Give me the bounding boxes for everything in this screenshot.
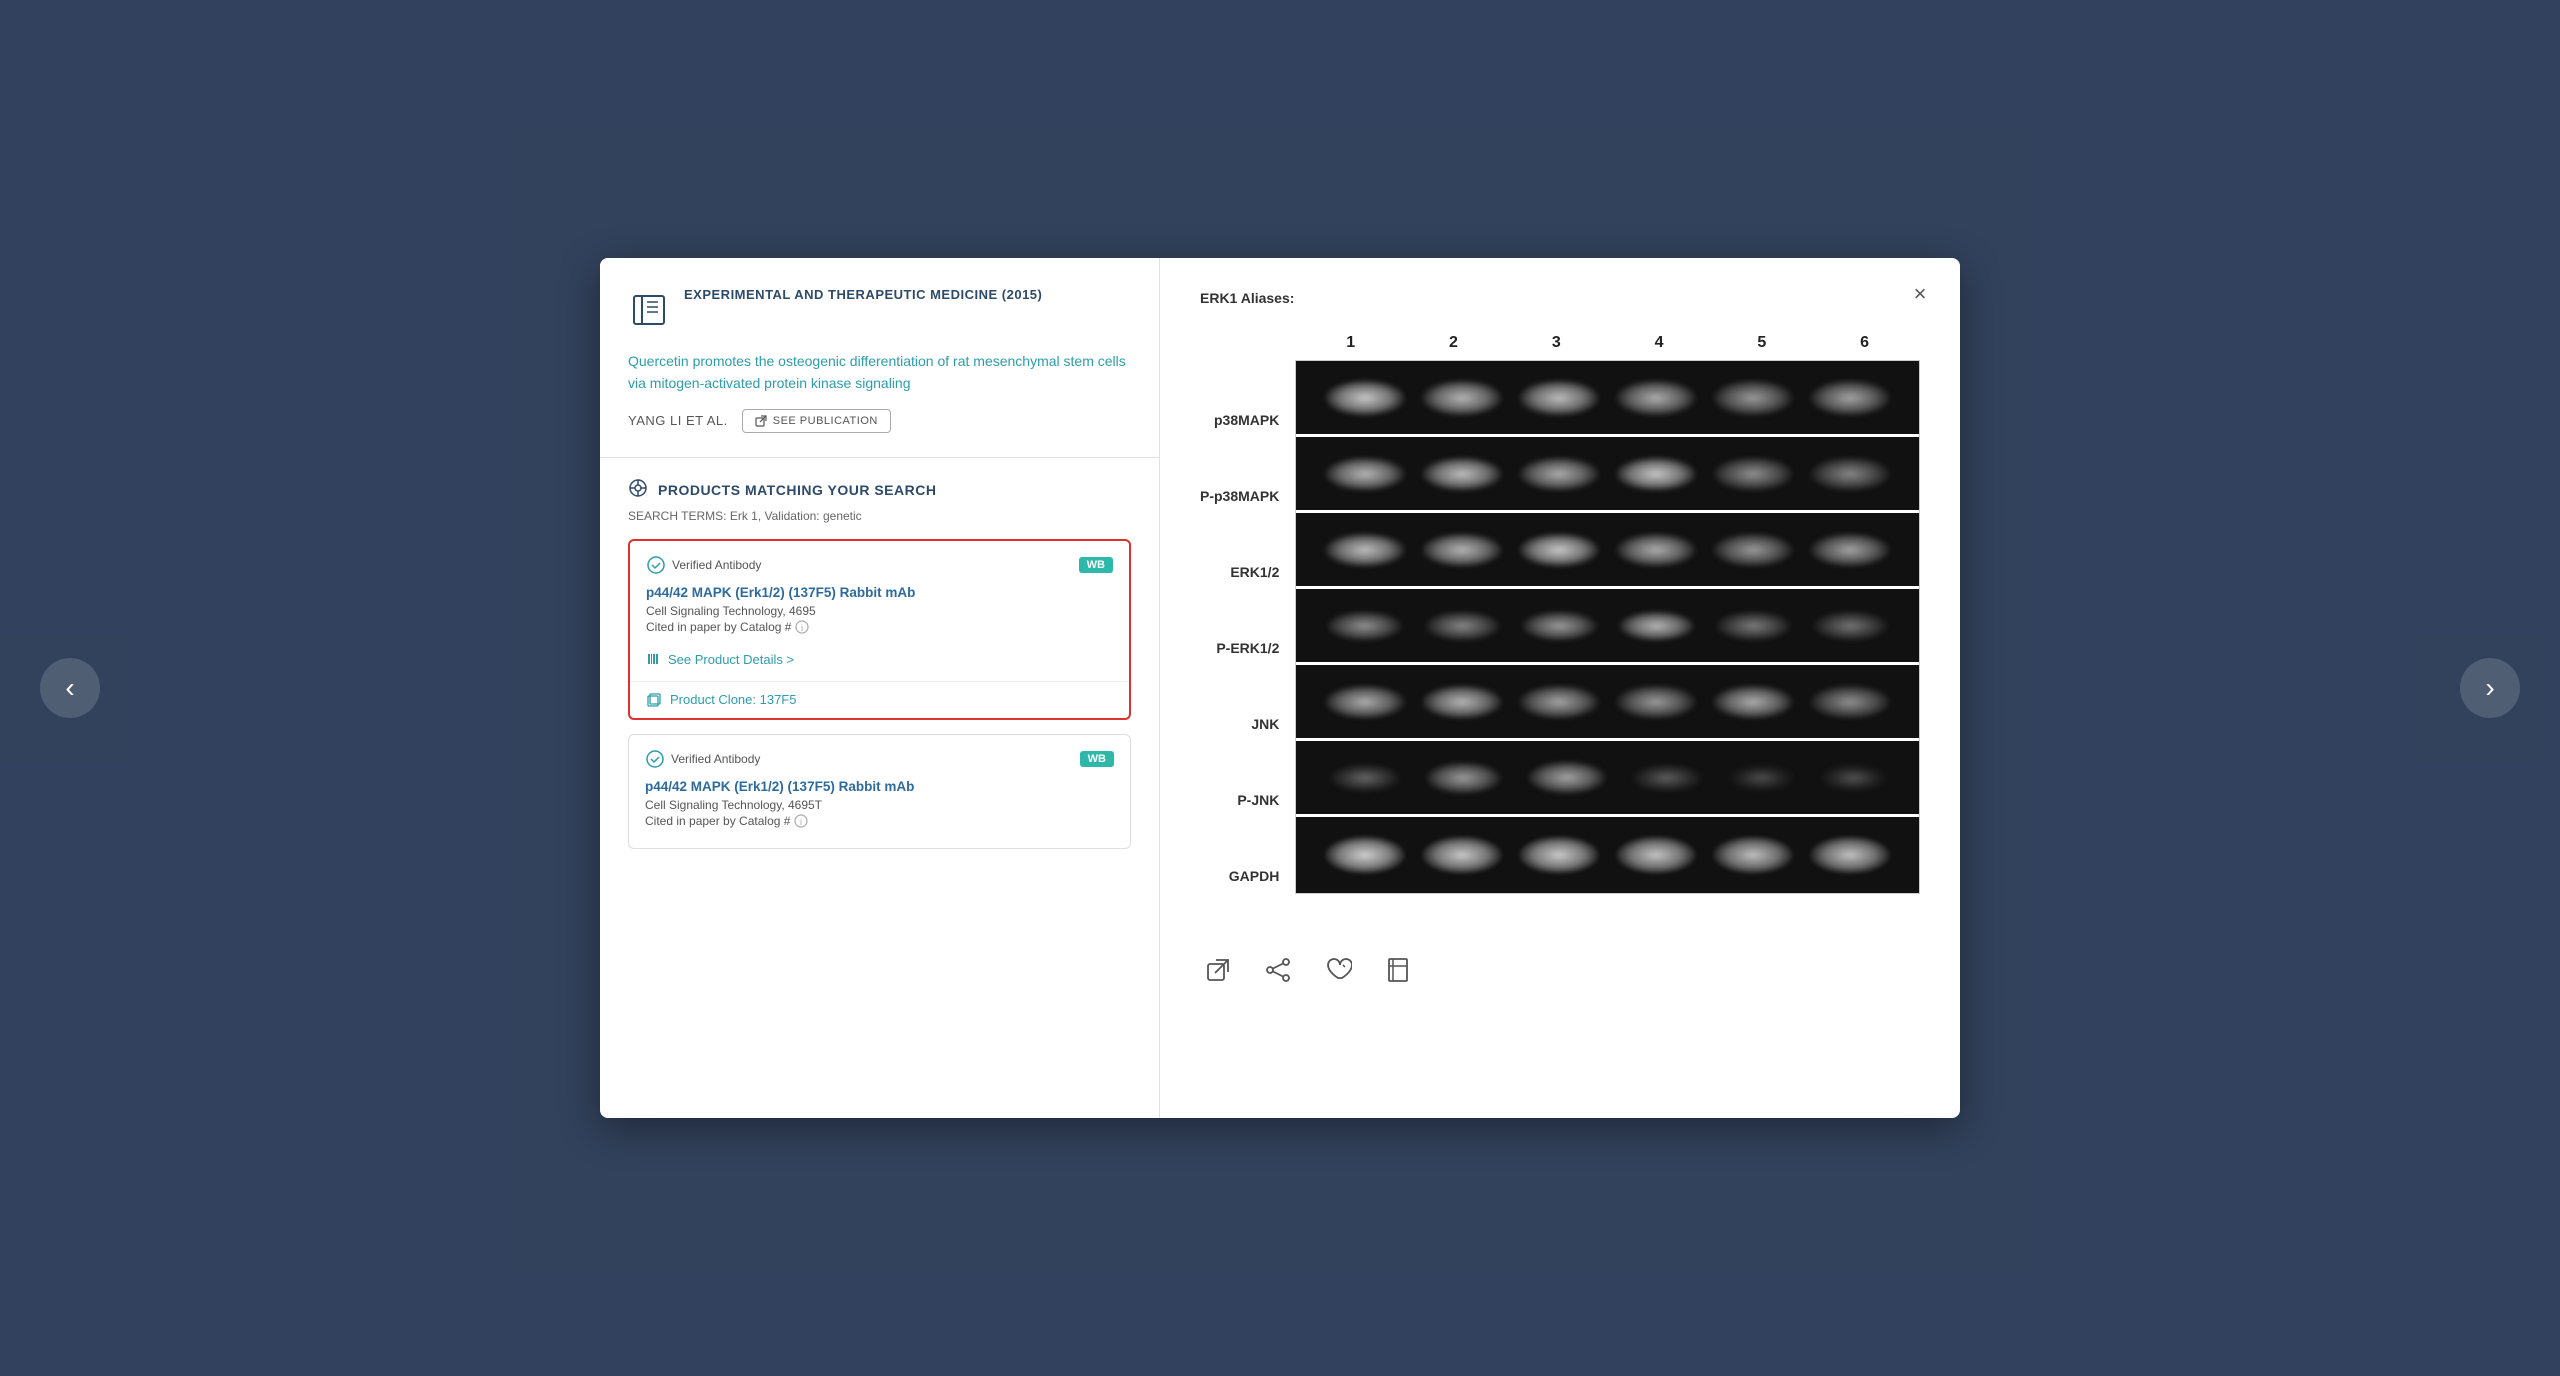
verified-icon-1 [646, 555, 666, 575]
verified-icon-2 [645, 749, 665, 769]
verified-label-2: Verified Antibody [671, 752, 760, 766]
share-action[interactable] [1260, 952, 1296, 988]
main-modal: EXPERIMENTAL AND THERAPEUTIC MEDICINE (2… [600, 258, 1960, 1118]
blot-label-perk12: P-ERK1/2 [1200, 610, 1279, 686]
bookmark-action[interactable] [1380, 952, 1416, 988]
col-header-3: 3 [1521, 334, 1591, 352]
favorite-action[interactable] [1320, 952, 1356, 988]
col-header-5: 5 [1727, 334, 1797, 352]
blot-row-6 [1296, 741, 1919, 817]
info-icon-2: i [794, 814, 808, 828]
col-header-6: 6 [1830, 334, 1900, 352]
pub-authors: YANG LI Et Al. [628, 413, 728, 428]
external-link-icon [1204, 956, 1232, 984]
blot-row-1 [1296, 361, 1919, 437]
next-arrow[interactable]: › [2460, 658, 2520, 718]
blot-row-7 [1296, 817, 1919, 893]
blot-label-pp38mapk: P-p38MAPK [1200, 458, 1279, 534]
search-terms-value: Erk 1, Validation: genetic [730, 509, 862, 523]
prev-arrow[interactable]: ‹ [40, 658, 100, 718]
verified-badge-2: Verified Antibody [645, 749, 760, 769]
wb-badge-1: WB [1079, 557, 1113, 573]
products-heading: PRODUCTS MATCHING YOUR SEARCH [658, 482, 936, 498]
verified-badge-1: Verified Antibody [646, 555, 761, 575]
blot-label-jnk: JNK [1200, 686, 1279, 762]
svg-text:i: i [801, 623, 803, 633]
wb-badge-2: WB [1080, 751, 1114, 767]
see-publication-button[interactable]: SEE PUBLICATION [742, 409, 891, 433]
right-panel: × ERK1 Aliases: p38MAPK P-p38MAPK ERK1/2… [1160, 258, 1960, 1118]
product-cite-1: Cited in paper by Catalog # i [646, 620, 1113, 634]
search-terms: SEARCH TERMS: Erk 1, Validation: genetic [628, 509, 1131, 523]
close-button[interactable]: × [1904, 278, 1936, 310]
blot-row-2 [1296, 437, 1919, 513]
book-icon [628, 288, 670, 336]
col-header-1: 1 [1316, 334, 1386, 352]
product-vendor-2: Cell Signaling Technology, 4695T [645, 798, 1114, 812]
heart-icon [1324, 956, 1352, 984]
blot-label-pjnk: P-JNK [1200, 762, 1279, 838]
see-publication-label: SEE PUBLICATION [773, 415, 878, 427]
info-icon-1: i [795, 620, 809, 634]
external-link-icon [755, 415, 767, 427]
blot-label-p38mapk: p38MAPK [1200, 382, 1279, 458]
blot-row-4 [1296, 589, 1919, 665]
blot-row-3 [1296, 513, 1919, 589]
erk1-aliases-label: ERK1 Aliases: [1200, 290, 1920, 306]
barcode-icon [646, 652, 660, 666]
blot-rows [1295, 360, 1920, 894]
product-card-2: Verified Antibody WB p44/42 MAPK (Erk1/2… [628, 734, 1131, 849]
details-link-text-1: See Product Details > [668, 652, 794, 667]
blot-row-5 [1296, 665, 1919, 741]
product-vendor-1: Cell Signaling Technology, 4695 [646, 604, 1113, 618]
blot-label-erk12: ERK1/2 [1200, 534, 1279, 610]
blot-container: p38MAPK P-p38MAPK ERK1/2 P-ERK1/2 JNK P-… [1200, 334, 1920, 914]
product-details-link-1[interactable]: See Product Details > [646, 644, 1113, 671]
cited-label-2: Cited in paper by Catalog # [645, 814, 790, 828]
left-panel: EXPERIMENTAL AND THERAPEUTIC MEDICINE (2… [600, 258, 1160, 1118]
col-header-2: 2 [1419, 334, 1489, 352]
share-icon [1264, 956, 1292, 984]
product-cite-2: Cited in paper by Catalog # i [645, 814, 1114, 828]
right-arrow-icon: › [2485, 672, 2494, 704]
product-clone-text-1: Product Clone: 137F5 [670, 692, 796, 707]
bookmark-icon [1384, 956, 1412, 984]
pub-journal: EXPERIMENTAL AND THERAPEUTIC MEDICINE (2… [684, 286, 1042, 304]
search-terms-label: SEARCH TERMS: [628, 509, 726, 523]
action-icons [1200, 944, 1920, 988]
product-name-2: p44/42 MAPK (Erk1/2) (137F5) Rabbit mAb [645, 779, 1114, 794]
clone-icon [646, 692, 662, 708]
product-card-1: Verified Antibody WB p44/42 MAPK (Erk1/2… [628, 539, 1131, 720]
col-header-4: 4 [1624, 334, 1694, 352]
left-arrow-icon: ‹ [65, 672, 74, 704]
blot-image-area: 1 2 3 4 5 6 [1295, 334, 1920, 914]
blot-col-headers: 1 2 3 4 5 6 [1295, 334, 1920, 352]
products-section: PRODUCTS MATCHING YOUR SEARCH SEARCH TER… [600, 458, 1159, 1118]
external-link-action[interactable] [1200, 952, 1236, 988]
blot-label-gapdh: GAPDH [1200, 838, 1279, 914]
verified-label-1: Verified Antibody [672, 558, 761, 572]
product-name-1: p44/42 MAPK (Erk1/2) (137F5) Rabbit mAb [646, 585, 1113, 600]
products-header-icon [628, 478, 648, 503]
publication-card: EXPERIMENTAL AND THERAPEUTIC MEDICINE (2… [600, 258, 1159, 458]
blot-labels: p38MAPK P-p38MAPK ERK1/2 P-ERK1/2 JNK P-… [1200, 334, 1295, 914]
svg-text:i: i [800, 817, 802, 827]
pub-article-title: Quercetin promotes the osteogenic differ… [628, 350, 1131, 395]
product-card-footer-1: Product Clone: 137F5 [630, 681, 1129, 718]
cited-label-1: Cited in paper by Catalog # [646, 620, 791, 634]
